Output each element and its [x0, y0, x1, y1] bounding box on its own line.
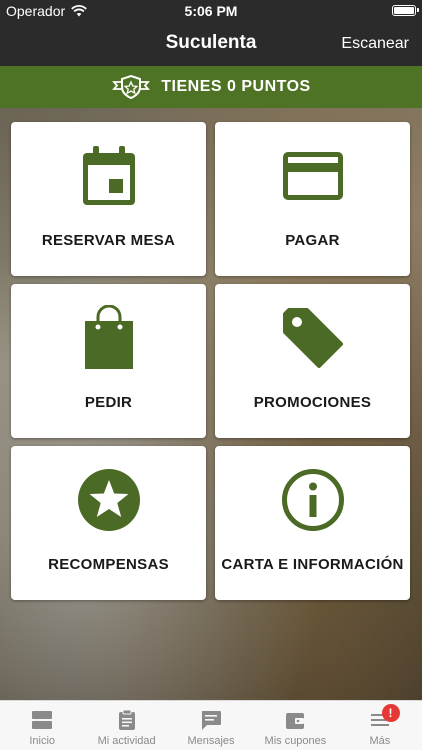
tab-activity-label: Mi actividad: [97, 735, 156, 747]
order-label: PEDIR: [84, 394, 133, 411]
tab-messages[interactable]: Mensajes: [169, 701, 253, 750]
rewards-label: RECOMPENSAS: [48, 556, 169, 573]
reserve-table-label: RESERVAR MESA: [41, 232, 176, 249]
points-banner[interactable]: TIENES 0 PUNTOS: [0, 66, 422, 108]
pay-tile[interactable]: PAGAR: [215, 122, 410, 276]
reserve-table-tile[interactable]: RESERVAR MESA: [11, 122, 206, 276]
scan-button[interactable]: Escanear: [341, 35, 409, 53]
background-photo: RESERVAR MESA PAGAR PEDIR PROMOCIONES RE…: [0, 108, 422, 700]
tag-icon: [281, 306, 345, 370]
menu-info-label: CARTA E INFORMACIÓN: [221, 556, 404, 573]
chat-icon: [201, 711, 222, 730]
tab-messages-label: Mensajes: [187, 735, 235, 747]
pay-label: PAGAR: [285, 232, 340, 249]
nav-bar: Suculenta Escanear: [0, 22, 422, 66]
badge-star-icon: [112, 74, 151, 100]
clock: 5:06 PM: [184, 3, 238, 19]
points-text: TIENES 0 PUNTOS: [161, 78, 311, 95]
tab-more[interactable]: ! Más: [338, 701, 422, 750]
credit-card-icon: [281, 144, 345, 208]
battery-icon: [392, 5, 419, 16]
tab-home[interactable]: Inicio: [0, 701, 84, 750]
info-circle-icon: [281, 468, 345, 532]
tab-coupons-label: Mis cupones: [264, 735, 327, 747]
wallet-icon: [286, 713, 305, 729]
tab-home-label: Inicio: [29, 735, 56, 747]
calendar-icon: [77, 144, 141, 208]
tab-activity[interactable]: Mi actividad: [84, 701, 168, 750]
clipboard-icon: [118, 709, 135, 730]
tab-bar: Inicio Mi actividad Mensajes Mis cupones: [0, 700, 422, 750]
home-icon: [32, 711, 53, 729]
shopping-bag-icon: [77, 305, 141, 370]
promotions-tile[interactable]: PROMOCIONES: [215, 284, 410, 438]
tab-coupons[interactable]: Mis cupones: [253, 701, 337, 750]
promotions-label: PROMOCIONES: [253, 394, 372, 411]
star-circle-icon: [77, 468, 141, 532]
notification-badge: !: [381, 704, 400, 722]
tab-more-label: Más: [369, 735, 391, 747]
rewards-tile[interactable]: RECOMPENSAS: [11, 446, 206, 600]
menu-info-tile[interactable]: CARTA E INFORMACIÓN: [215, 446, 410, 600]
status-bar: Operador 5:06 PM: [0, 0, 422, 22]
order-tile[interactable]: PEDIR: [11, 284, 206, 438]
